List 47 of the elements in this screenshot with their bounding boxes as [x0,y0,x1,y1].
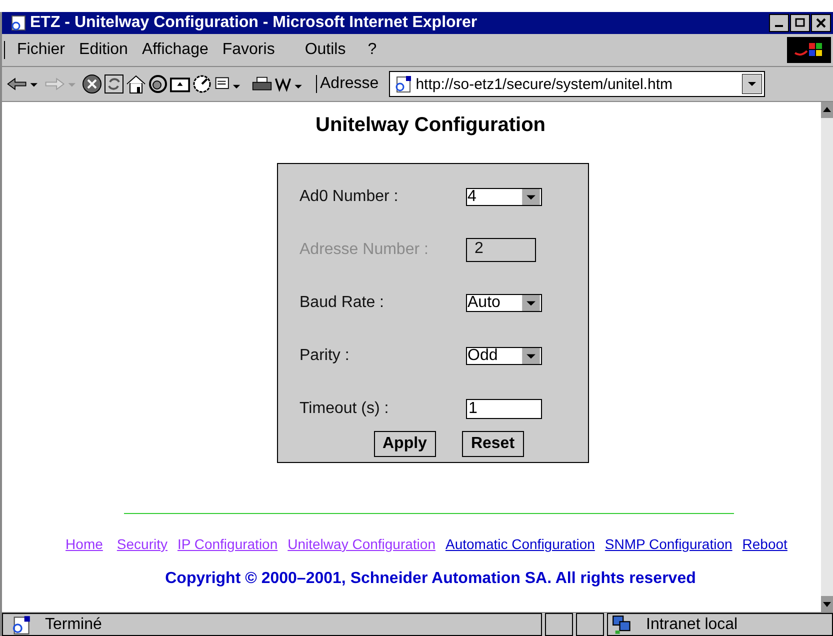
input-field[interactable]: 1 [466,398,542,418]
nav-link[interactable]: IP Configuration [177,536,278,552]
dropdown[interactable]: Auto [466,294,542,312]
maximize-button[interactable] [790,14,810,32]
windows-logo-icon [787,37,831,63]
menu-item[interactable]: Fichier [13,41,76,59]
nav-link[interactable]: Home [66,536,103,552]
minimize-icon [775,25,783,27]
stop-icon[interactable] [82,74,102,94]
refresh-icon[interactable] [104,74,124,94]
browser-icon [10,15,26,31]
dropdown[interactable]: Odd [466,346,542,364]
status-text: Terminé [45,616,102,634]
nav-link[interactable]: Automatic Configuration [445,536,595,552]
zone-text: Intranet local [646,616,738,634]
menu-item[interactable]: Affichage [138,41,218,59]
address-field[interactable]: http://so-etz1/secure/system/unitel.htm [388,71,765,97]
page-icon [11,614,31,634]
minimize-button[interactable] [769,14,789,32]
form-button[interactable]: Reset [462,431,524,457]
field-label: Ad0 Number : [300,188,400,206]
menu-item[interactable]: Edition [75,41,138,59]
page-heading: Unitelway Configuration [316,114,546,137]
form-button[interactable]: Apply [374,431,436,457]
dropdown[interactable]: 4 [466,188,542,206]
window-title: ETZ - Unitelway Configuration - Microsoft Internet Explorer [30,14,478,32]
address-label: Adresse [316,75,379,93]
menu-item[interactable]: Outils [300,41,364,59]
close-icon [815,18,827,28]
home-icon[interactable] [126,74,146,94]
menu-item[interactable]: Favoris [218,41,301,59]
close-button[interactable] [811,14,831,32]
nav-link[interactable]: Security [116,536,168,552]
field-label: Adresse Number : [300,240,430,258]
copyright-text: Copyright © 2000–2001, Schneider Automation SA. All rights reserved [165,570,696,588]
dropdown-button[interactable] [742,74,762,94]
nav-link[interactable]: SNMP Configuration [604,536,732,552]
field-label: Parity : [300,346,350,364]
field-label: Baud Rate : [300,294,385,312]
maximize-icon [794,18,806,28]
field-label: Timeout (s) : [300,400,390,418]
page-icon [394,75,412,93]
clock-icon[interactable] [192,74,212,94]
nav-link[interactable]: Unitelway Configuration [288,536,436,552]
nav-link[interactable]: Reboot [742,536,788,552]
menu-item[interactable]: ? [364,41,387,59]
scrollbar[interactable] [821,102,833,612]
